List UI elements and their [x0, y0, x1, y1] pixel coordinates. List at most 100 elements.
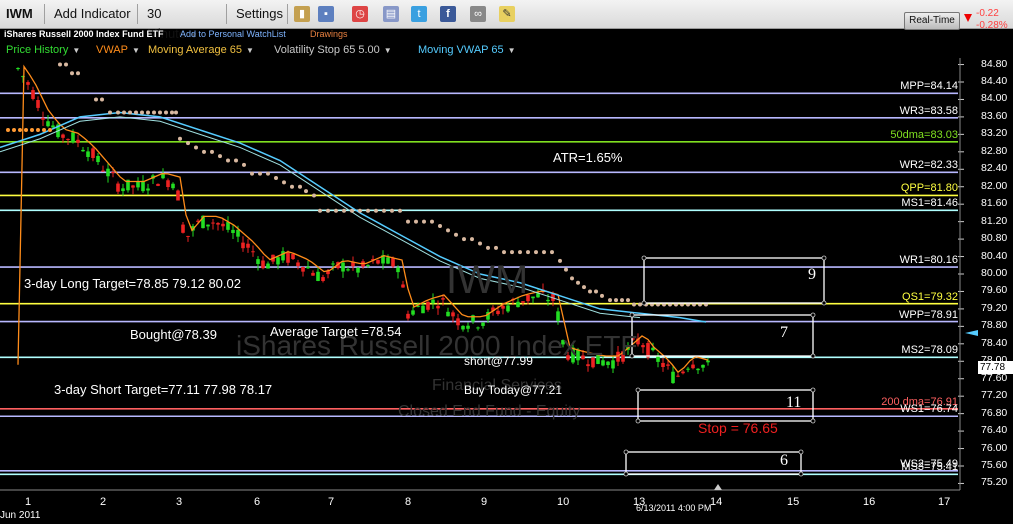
volatility-stop-dot	[76, 71, 80, 76]
level-label: WR3=83.58	[899, 104, 958, 117]
volatility-stop-dot	[36, 128, 40, 132]
box-label: 11	[786, 394, 802, 411]
volatility-stop-dot	[64, 62, 68, 67]
volatility-stop-dot	[226, 158, 230, 163]
y-tick-label: 78.40	[981, 336, 1008, 349]
candle-body	[346, 269, 350, 271]
y-tick-label: 81.60	[981, 197, 1008, 210]
volatility-stop-dot	[518, 250, 522, 255]
volatility-stop-dot	[128, 110, 132, 115]
volatility-stop-dot	[194, 145, 198, 150]
candle-body	[176, 190, 180, 201]
candle-body	[681, 371, 685, 374]
candle-body	[31, 90, 35, 99]
volatility-stop-dot	[122, 110, 126, 115]
candle-body	[261, 260, 265, 269]
x-tick-label: 14	[710, 496, 723, 508]
candle-body	[386, 257, 390, 264]
volatility-stop-dot	[30, 128, 34, 132]
candle-body	[506, 305, 510, 312]
volatility-stop-dot	[108, 110, 112, 115]
candle-body	[186, 235, 190, 237]
short-label: short@77.99	[464, 354, 533, 368]
candle-body	[641, 345, 645, 348]
volatility-stop-dot	[446, 228, 450, 233]
level-label: WR1=80.16	[899, 254, 958, 267]
volatility-stop-dot	[576, 280, 580, 285]
candle-body	[661, 362, 665, 368]
cursor-time: 6/13/2011 4:00 PM	[636, 503, 712, 513]
bought-label: Bought@78.39	[130, 327, 217, 342]
target-box	[643, 257, 825, 304]
volatility-stop-dot	[398, 208, 402, 213]
candle-body	[256, 259, 260, 264]
volatility-stop-dot	[342, 208, 346, 213]
box-handle	[623, 449, 629, 455]
volatility-stop-dot	[470, 237, 474, 242]
x-tick-label: 16	[863, 496, 876, 508]
box-handle	[635, 418, 641, 424]
y-tick-label: 82.80	[981, 144, 1008, 157]
volatility-stop-dot	[298, 184, 302, 189]
x-tick-label: 3	[176, 496, 183, 508]
candle-body	[86, 151, 90, 157]
candle-body	[231, 229, 235, 234]
volatility-stop-dot	[438, 224, 442, 228]
candle-body	[456, 318, 460, 326]
candle-body	[76, 139, 80, 143]
box-handle	[623, 471, 629, 477]
y-tick-label: 82.00	[981, 179, 1008, 192]
candle-body	[91, 148, 95, 158]
candle-body	[701, 364, 705, 368]
level-label: MPP=84.14	[900, 80, 958, 93]
watermark-category: Closed End Fund - Equity	[398, 403, 581, 420]
candle-body	[431, 299, 435, 304]
volatility-stop-dot	[140, 110, 144, 115]
candle-body	[691, 364, 695, 369]
y-tick-label: 76.40	[981, 424, 1008, 437]
candle-body	[81, 149, 85, 152]
volatility-stop-dot	[304, 189, 308, 194]
candle-body	[246, 243, 250, 248]
y-tick-label: 75.60	[981, 459, 1008, 471]
candle-body	[421, 305, 425, 314]
box-handle	[635, 387, 641, 393]
candle-body	[441, 298, 445, 300]
level-label: MS1=81.46	[901, 197, 958, 210]
volatility-stop-dot	[42, 128, 46, 132]
volatility-stop-dot	[582, 285, 586, 290]
volatility-stop-dot	[510, 250, 514, 255]
candle-body	[411, 310, 415, 315]
y-tick-label: 83.20	[981, 127, 1008, 140]
candle-body	[401, 284, 405, 288]
candle-body	[106, 168, 110, 177]
volatility-stop-dot	[158, 110, 162, 115]
volatility-stop-dot	[462, 237, 466, 242]
box-handle	[798, 471, 804, 477]
level-label: 50dma=83.03	[890, 128, 958, 141]
volatility-stop-dot	[494, 245, 498, 250]
candle-body	[436, 305, 440, 309]
y-tick-label: 80.00	[981, 267, 1008, 279]
candle-body	[306, 266, 310, 269]
volatility-stop-dot	[178, 136, 182, 141]
volatility-stop-dot	[594, 289, 598, 294]
candle-body	[376, 260, 380, 264]
candle-body	[696, 368, 700, 371]
y-tick-label: 80.40	[981, 249, 1008, 262]
candle-body	[396, 267, 400, 273]
volatility-stop-dot	[632, 302, 636, 307]
y-tick-label: 81.20	[981, 214, 1008, 227]
box-handle	[810, 387, 816, 393]
volatility-stop-dot	[390, 208, 394, 213]
x-tick-label: 6	[254, 496, 261, 508]
volatility-stop-dot	[358, 208, 362, 213]
candle-body	[216, 222, 220, 225]
y-tick-label: 83.60	[981, 109, 1008, 122]
candle-body	[241, 242, 245, 249]
candle-body	[301, 266, 305, 272]
volatility-stop-dot	[350, 208, 354, 213]
volatility-stop-dot	[18, 128, 22, 132]
candle-body	[496, 310, 500, 315]
candle-body	[501, 305, 505, 309]
